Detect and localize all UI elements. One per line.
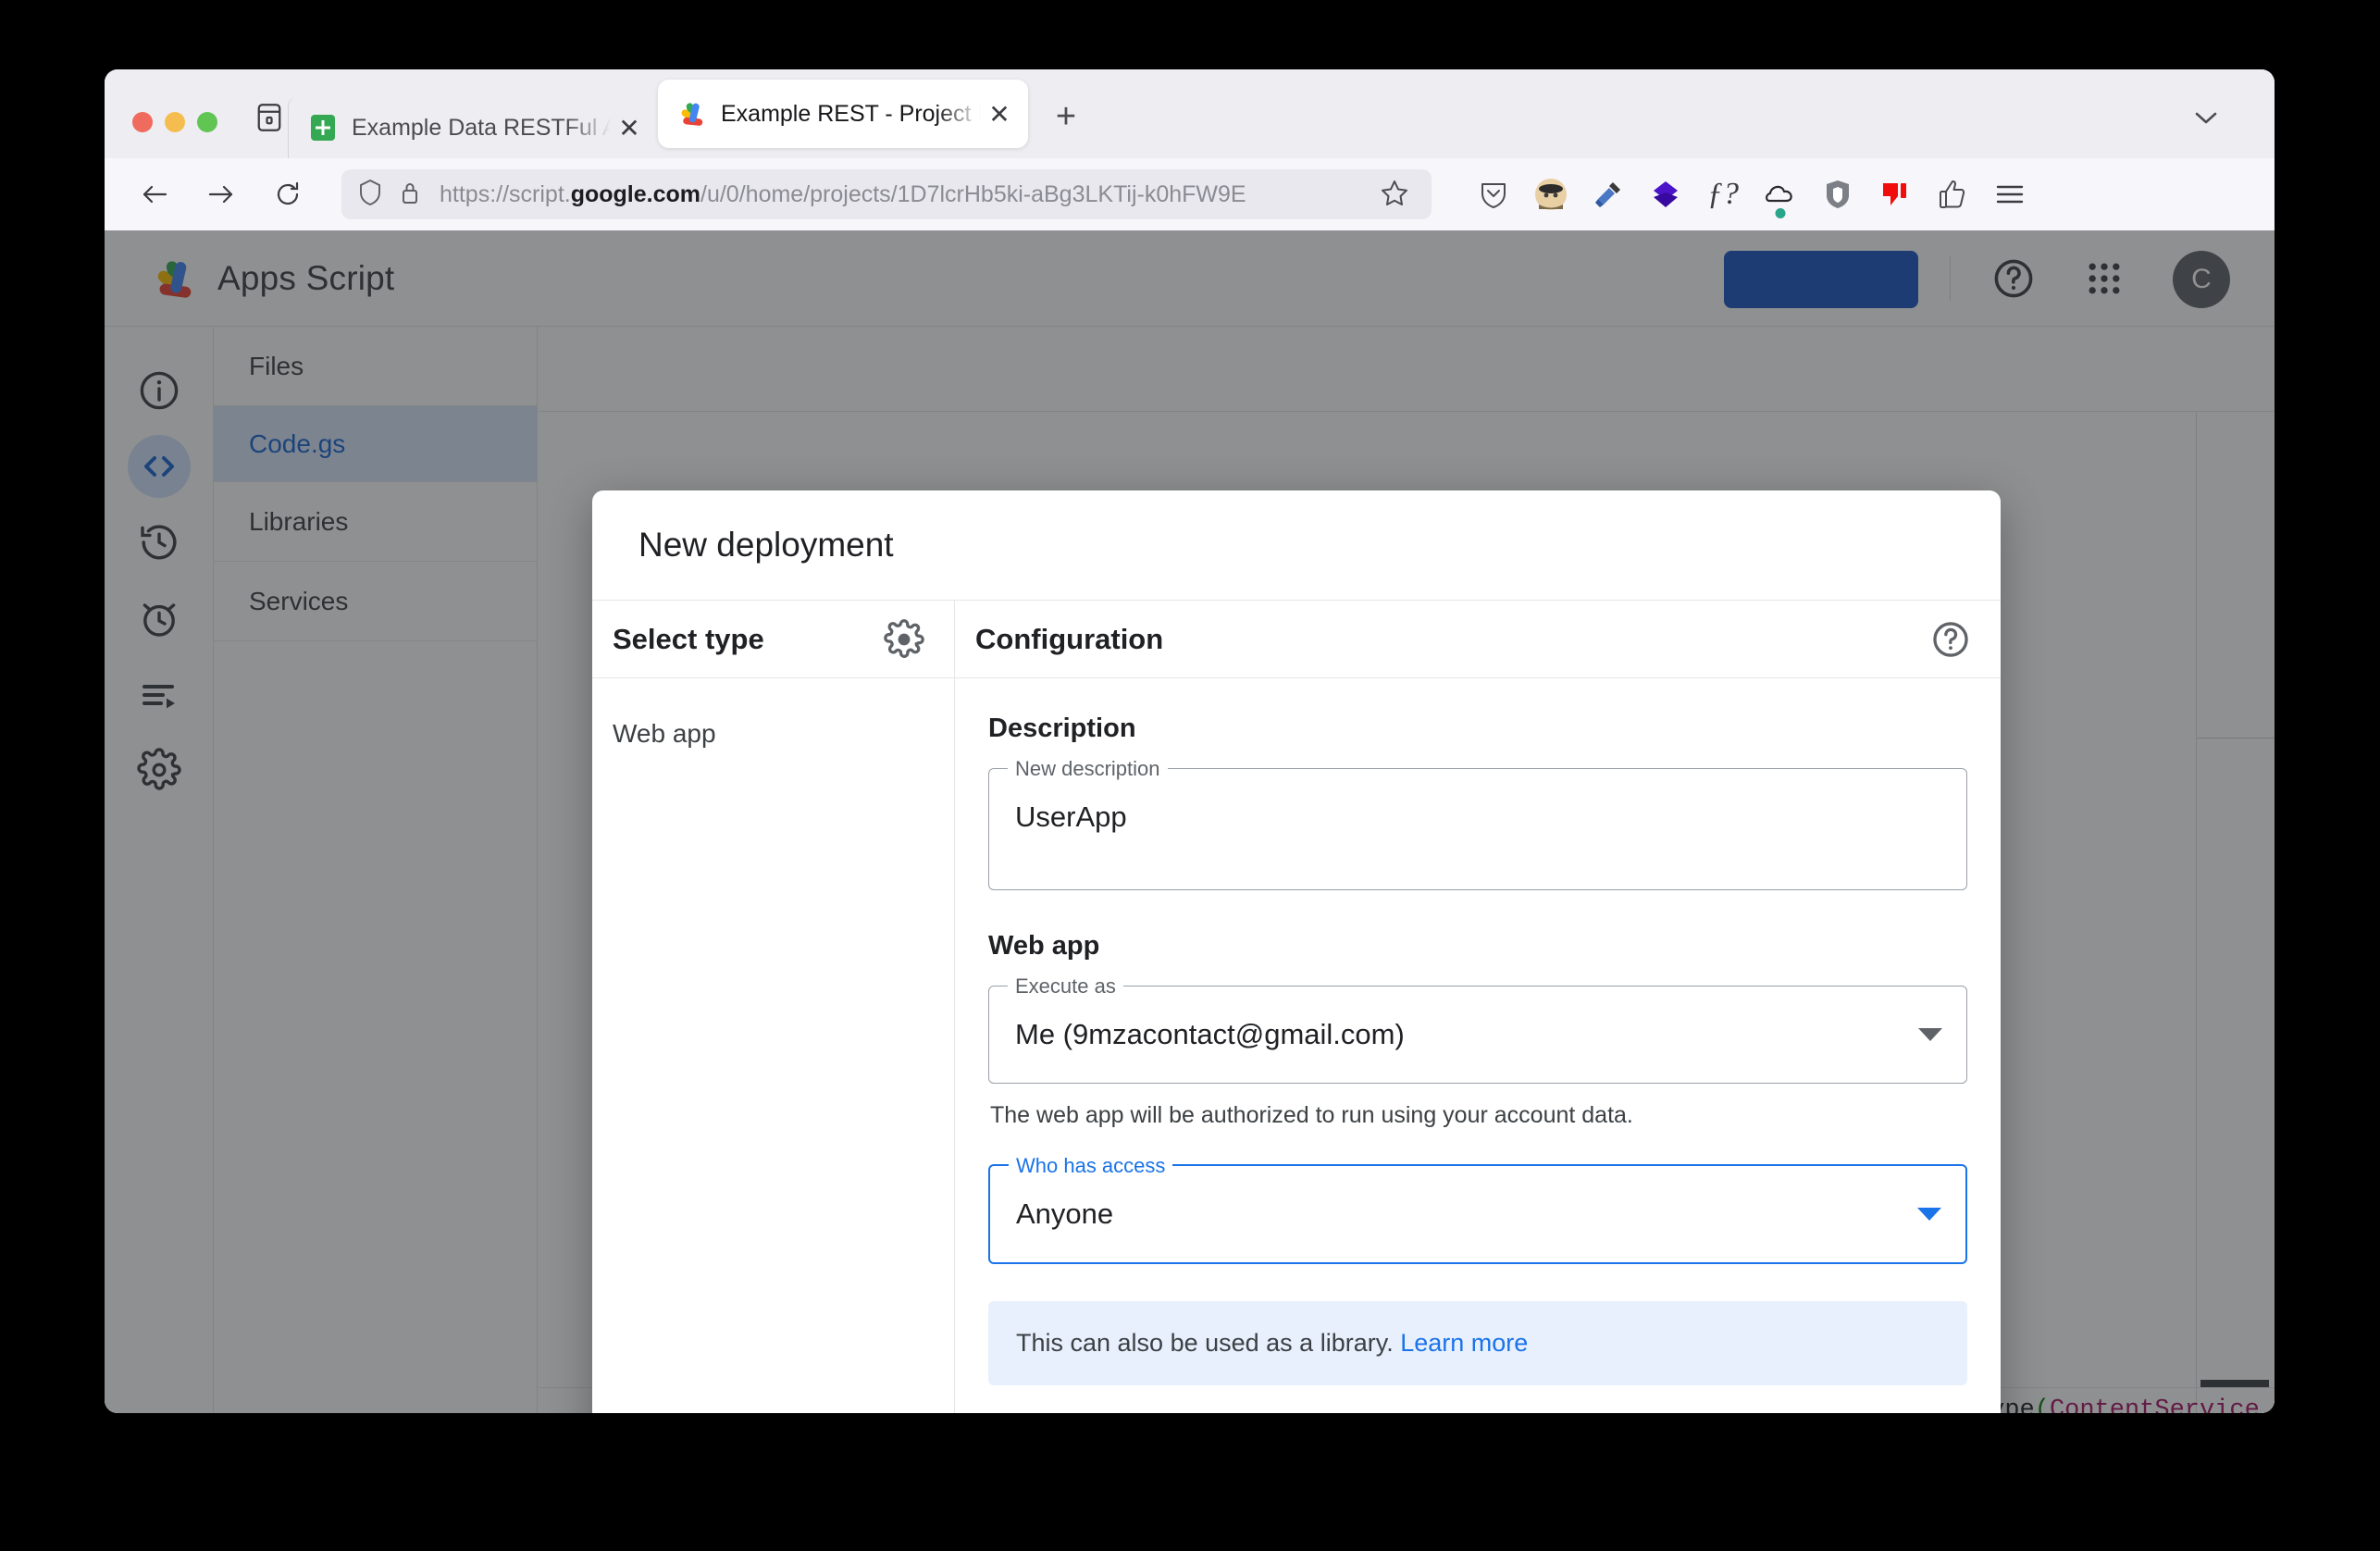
new-description-label: New description <box>1008 755 1168 783</box>
browser-menu-icon[interactable] <box>1981 168 2039 220</box>
window-close-button[interactable] <box>132 112 153 132</box>
function-icon-glyph: ƒ? <box>1707 177 1739 211</box>
deployment-type-list: Web app <box>592 678 954 765</box>
new-description-field[interactable]: New description UserApp <box>988 755 1967 890</box>
tabs-container: Example Data RESTFul API - Go ✕ Exam <box>288 69 1091 158</box>
new-deployment-dialog: New deployment Select type Web app Confi… <box>592 490 2001 1413</box>
cloud-status-dot <box>1775 208 1786 218</box>
web-app-heading: Web app <box>988 931 1100 961</box>
who-has-access-label: Who has access <box>1009 1152 1173 1180</box>
dialog-columns: Select type Web app Configuration Descri… <box>592 600 2001 1413</box>
execute-as-label: Execute as <box>1008 973 1123 1000</box>
new-tab-button[interactable]: + <box>1041 92 1091 142</box>
help-circle-icon[interactable] <box>1930 619 1971 660</box>
pocket-icon[interactable] <box>1465 168 1522 220</box>
browser-tab-1-close-icon[interactable]: ✕ <box>614 112 645 143</box>
reload-icon[interactable] <box>264 170 312 218</box>
apps-script-page: Apps Script C <box>105 230 2275 1413</box>
select-type-header: Select type <box>592 601 954 678</box>
cloud-icon[interactable] <box>1752 168 1809 220</box>
learn-more-link[interactable]: Learn more <box>1400 1329 1528 1357</box>
arrow-left-icon[interactable] <box>130 170 179 218</box>
browser-tab-2-title: Example REST - Project Editor - <box>721 100 984 127</box>
select-type-column: Select type Web app <box>592 601 955 1413</box>
new-description-input[interactable]: UserApp <box>989 769 1966 889</box>
chevron-down-icon[interactable] <box>2186 97 2226 138</box>
star-icon[interactable] <box>1380 178 1417 212</box>
shield-extension-icon[interactable] <box>1809 168 1866 220</box>
profile-avatar-icon[interactable] <box>1522 168 1580 220</box>
purple-diamond-icon[interactable] <box>1637 168 1694 220</box>
description-heading: Description <box>988 713 1136 743</box>
function-icon[interactable]: ƒ? <box>1694 168 1752 220</box>
gear-icon[interactable] <box>884 618 924 660</box>
apps-script-icon <box>678 100 706 128</box>
url-bar[interactable]: https://script.google.com/u/0/home/proje… <box>341 169 1432 219</box>
deployment-type-web-app[interactable]: Web app <box>592 702 954 765</box>
library-note-text: This can also be used as a library. <box>1016 1329 1394 1357</box>
window-maximize-button[interactable] <box>197 112 217 132</box>
configuration-header: Configuration <box>955 601 2001 678</box>
chevron-down-icon[interactable] <box>1917 1208 1941 1221</box>
library-note: This can also be used as a library. Lear… <box>988 1301 1967 1385</box>
shield-icon[interactable] <box>358 179 386 211</box>
eyedropper-icon[interactable] <box>1580 168 1637 220</box>
configuration-body: Description New description UserApp Web … <box>955 678 2001 1385</box>
execute-as-helper-text: The web app will be authorized to run us… <box>990 1102 1633 1128</box>
thumbs-up-icon[interactable] <box>1924 168 1981 220</box>
browser-tab-2-close-icon[interactable]: ✕ <box>984 98 1015 130</box>
tab-strip: Example Data RESTFul API - Go ✕ Exam <box>105 69 2275 158</box>
browser-tab-1-title: Example Data RESTFul API - Go <box>352 114 614 141</box>
who-has-access-select[interactable]: Who has access Anyone <box>988 1152 1967 1264</box>
browser-tab-1[interactable]: Example Data RESTFul API - Go ✕ <box>288 97 658 158</box>
navigation-toolbar: https://script.google.com/u/0/home/proje… <box>105 158 2275 230</box>
chevron-down-icon[interactable] <box>1918 1028 1942 1041</box>
url-text: https://script.google.com/u/0/home/proje… <box>440 180 1246 207</box>
configuration-column: Configuration Description New descriptio… <box>955 601 2001 1413</box>
select-type-title: Select type <box>613 622 764 655</box>
lock-icon[interactable] <box>399 180 427 210</box>
configuration-title: Configuration <box>975 622 1164 655</box>
youtube-extension-icon[interactable] <box>1866 168 1924 220</box>
arrow-right-icon[interactable] <box>197 170 245 218</box>
window-traffic-lights <box>105 112 217 158</box>
browser-tab-2[interactable]: Example REST - Project Editor - ✕ <box>658 80 1028 148</box>
dialog-title: New deployment <box>638 526 894 564</box>
google-sheets-icon <box>309 114 337 142</box>
extensions-toolbar: ƒ? <box>1465 168 2039 220</box>
browser-window: Example Data RESTFul API - Go ✕ Exam <box>105 69 2275 1413</box>
window-minimize-button[interactable] <box>165 112 185 132</box>
execute-as-select[interactable]: Execute as Me (9mzacontact@gmail.com) <box>988 973 1967 1084</box>
execute-as-value[interactable]: Me (9mzacontact@gmail.com) <box>989 986 1966 1083</box>
sidebar-panel-icon[interactable] <box>251 99 288 136</box>
who-has-access-value[interactable]: Anyone <box>990 1166 1965 1262</box>
